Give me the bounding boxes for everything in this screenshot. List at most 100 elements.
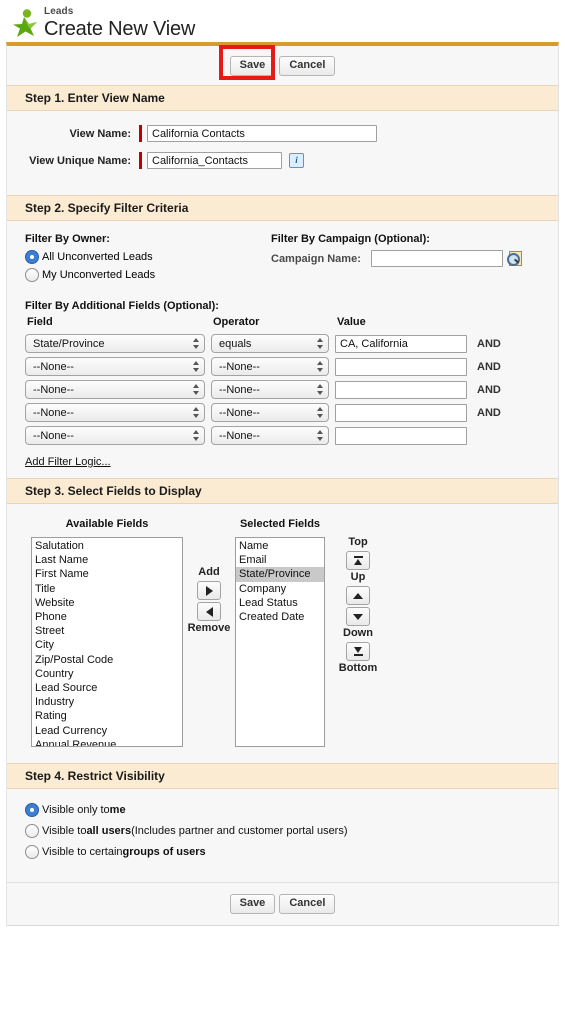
- list-item[interactable]: First Name: [32, 567, 182, 581]
- list-item[interactable]: Lead Status: [236, 596, 324, 610]
- available-fields-listbox[interactable]: Salutation Last Name First Name Title We…: [31, 537, 183, 747]
- filter-row: --None-- --None-- AND: [25, 355, 501, 378]
- lookup-magnifier-icon[interactable]: [506, 251, 522, 266]
- move-to-bottom-button[interactable]: [346, 642, 370, 661]
- view-name-input[interactable]: [147, 125, 377, 142]
- visibility-option-all-pre: Visible to: [42, 825, 87, 837]
- list-item[interactable]: Title: [32, 582, 182, 596]
- list-item[interactable]: City: [32, 638, 182, 652]
- remove-label: Remove: [187, 622, 231, 634]
- available-fields-column: Available Fields Salutation Last Name Fi…: [31, 518, 183, 747]
- view-name-row: View Name:: [7, 125, 558, 142]
- visibility-option-groups-pre: Visible to certain: [42, 846, 123, 858]
- visibility-option-groups[interactable]: Visible to certain groups of users: [25, 845, 558, 859]
- bottom-button-bar: Save Cancel: [7, 882, 558, 925]
- top-button-bar: Save Cancel: [7, 44, 558, 85]
- list-item[interactable]: Phone: [32, 610, 182, 624]
- list-item[interactable]: Rating: [32, 709, 182, 723]
- step3-heading: Step 3. Select Fields to Display: [7, 478, 558, 504]
- list-item-selected[interactable]: State/Province: [236, 567, 324, 582]
- filter-operator-select-3[interactable]: --None--: [211, 403, 329, 422]
- filter-value-input-0[interactable]: [335, 334, 467, 353]
- list-item[interactable]: Street: [32, 624, 182, 638]
- filter-operator-select-2[interactable]: --None--: [211, 380, 329, 399]
- save-button-bottom[interactable]: Save: [229, 894, 276, 914]
- move-to-top-button[interactable]: [346, 551, 370, 570]
- additional-fields-label: Filter By Additional Fields (Optional):: [25, 300, 219, 312]
- list-item[interactable]: Lead Currency: [32, 724, 182, 738]
- visibility-option-all-users[interactable]: Visible to all users (Includes partner a…: [25, 824, 558, 838]
- visibility-option-all-post: (Includes partner and customer portal us…: [131, 825, 348, 837]
- filter-value-input-3[interactable]: [335, 403, 467, 422]
- list-item[interactable]: Name: [236, 539, 324, 553]
- list-item[interactable]: Zip/Postal Code: [32, 653, 182, 667]
- filter-operator-select-4[interactable]: --None--: [211, 426, 329, 445]
- filter-operator-cell: --None--: [211, 401, 335, 424]
- visibility-option-me[interactable]: Visible only to me: [25, 803, 558, 817]
- field-picker: Available Fields Salutation Last Name Fi…: [7, 518, 558, 747]
- owner-option-my[interactable]: My Unconverted Leads: [25, 268, 271, 282]
- list-item[interactable]: Last Name: [32, 553, 182, 567]
- list-item[interactable]: Company: [236, 582, 324, 596]
- selected-fields-column: Selected Fields Name Email State/Provinc…: [235, 518, 325, 747]
- list-item[interactable]: Lead Source: [32, 681, 182, 695]
- filter-value-input-2[interactable]: [335, 380, 467, 399]
- list-item[interactable]: Website: [32, 596, 182, 610]
- owner-option-all[interactable]: All Unconverted Leads: [25, 250, 271, 264]
- page-header: Leads Create New View: [0, 0, 565, 40]
- filter-row: --None-- --None-- AND: [25, 378, 501, 401]
- arrow-up-icon: [353, 592, 363, 599]
- cancel-button-top[interactable]: Cancel: [279, 55, 336, 76]
- leads-icon: [12, 8, 38, 38]
- filter-row: --None-- --None--: [25, 424, 501, 447]
- list-item[interactable]: Created Date: [236, 610, 324, 624]
- filter-value-input-4[interactable]: [335, 426, 467, 445]
- filter-field-select-4[interactable]: --None--: [25, 426, 205, 445]
- filter-field-cell: --None--: [25, 355, 211, 378]
- radio-visible-to-groups[interactable]: [25, 845, 39, 859]
- campaign-name-input[interactable]: [370, 250, 503, 267]
- list-item[interactable]: Email: [236, 553, 324, 567]
- view-unique-name-input[interactable]: [147, 152, 282, 169]
- info-icon[interactable]: i: [289, 153, 304, 168]
- filter-value-cell: [335, 401, 477, 424]
- filter-operator-select-1[interactable]: --None--: [211, 357, 329, 376]
- move-bottom-icon: [353, 647, 363, 656]
- list-item[interactable]: Salutation: [32, 539, 182, 553]
- arrow-right-icon: [205, 585, 213, 596]
- add-button[interactable]: [197, 581, 221, 600]
- filter-operator-cell: equals: [211, 332, 335, 355]
- list-item[interactable]: Country: [32, 667, 182, 681]
- filter-field-select-2[interactable]: --None--: [25, 380, 205, 399]
- filter-operator-select-0[interactable]: equals: [211, 334, 329, 353]
- radio-my-unconverted-leads[interactable]: [25, 268, 39, 282]
- create-new-view-page: Leads Create New View Save Cancel Step 1…: [0, 0, 565, 1024]
- list-item[interactable]: Annual Revenue: [32, 738, 182, 746]
- save-button-top[interactable]: Save: [229, 55, 276, 76]
- move-up-button[interactable]: [346, 586, 370, 605]
- visibility-option-all-strong: all users: [86, 825, 132, 837]
- reorder-controls: Top Up Down Bottom: [333, 518, 383, 676]
- radio-visible-to-all-users[interactable]: [25, 824, 39, 838]
- move-top-icon: [353, 556, 363, 565]
- form-panel: Save Cancel Step 1. Enter View Name View…: [6, 42, 559, 926]
- down-label: Down: [343, 627, 373, 639]
- view-name-label: View Name:: [69, 127, 131, 140]
- filter-field-select-3[interactable]: --None--: [25, 403, 205, 422]
- step3-body: Available Fields Salutation Last Name Fi…: [7, 504, 558, 763]
- step1-body: View Name: View Unique Name: i: [7, 111, 558, 195]
- remove-button[interactable]: [197, 602, 221, 621]
- list-item[interactable]: Industry: [32, 695, 182, 709]
- add-filter-logic-link[interactable]: Add Filter Logic...: [25, 456, 111, 468]
- filter-field-select-1[interactable]: --None--: [25, 357, 205, 376]
- filter-row: State/Province equals AND: [25, 332, 501, 355]
- cancel-button-bottom[interactable]: Cancel: [279, 894, 336, 914]
- header-titles: Leads Create New View: [44, 6, 195, 40]
- filter-conjunction-2: AND: [477, 383, 501, 396]
- radio-visible-only-to-me[interactable]: [25, 803, 39, 817]
- filter-field-select-0[interactable]: State/Province: [25, 334, 205, 353]
- selected-fields-listbox[interactable]: Name Email State/Province Company Lead S…: [235, 537, 325, 747]
- filter-value-input-1[interactable]: [335, 357, 467, 376]
- move-down-button[interactable]: [346, 607, 370, 626]
- radio-all-unconverted-leads[interactable]: [25, 250, 39, 264]
